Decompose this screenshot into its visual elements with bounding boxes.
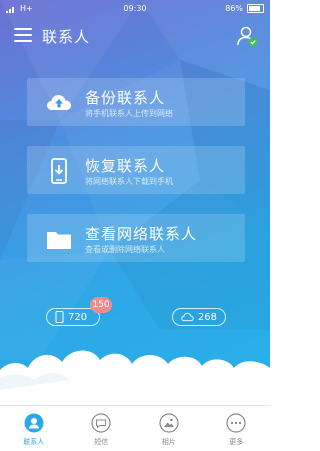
card-subtitle: 将手机联系人上传到网络 xyxy=(85,109,173,118)
folder-icon xyxy=(47,232,71,249)
cloud-count: 268 xyxy=(197,311,217,323)
new-count-badge: 150 xyxy=(90,297,112,313)
status-right: 86% xyxy=(225,4,264,13)
restore-contacts-card[interactable]: 恢复联系人 将网络联系人下载到手机 xyxy=(27,146,245,194)
card-subtitle: 查看或删除网络联系人 xyxy=(85,245,165,254)
card-title: 恢复联系人 xyxy=(85,157,166,175)
tab-label: 更多 xyxy=(229,438,244,446)
photos-icon xyxy=(159,413,179,433)
tab-label: 相片 xyxy=(161,438,176,446)
cloud-upload-icon xyxy=(47,95,71,110)
account-icon[interactable] xyxy=(236,25,258,47)
contacts-icon xyxy=(24,413,44,433)
card-subtitle: 将网络联系人下载到手机 xyxy=(85,177,173,186)
tab-label: 短信 xyxy=(94,438,109,446)
battery-percent: 86% xyxy=(225,4,243,13)
cloud-decoration xyxy=(0,350,270,410)
card-title: 备份联系人 xyxy=(85,89,166,107)
tab-more[interactable]: 更多 xyxy=(203,406,271,451)
cloud-count-pill[interactable]: 268 xyxy=(172,308,226,326)
phone-count: 720 xyxy=(68,311,88,323)
view-network-contacts-card[interactable]: 查看网络联系人 查看或删除网络联系人 xyxy=(27,214,245,262)
tab-photos[interactable]: 相片 xyxy=(135,406,203,451)
sms-icon xyxy=(91,413,111,433)
status-bar: H+ 09:30 86% xyxy=(0,0,270,18)
tab-contacts[interactable]: 联系人 xyxy=(0,406,68,451)
app-bar: 联系人 xyxy=(0,20,270,50)
tab-sms[interactable]: 短信 xyxy=(68,406,136,451)
phone-icon xyxy=(55,311,64,323)
backup-contacts-card[interactable]: 备份联系人 将手机联系人上传到网络 xyxy=(27,78,245,126)
card-title: 查看网络联系人 xyxy=(85,225,198,243)
phone-download-icon xyxy=(51,158,67,184)
cloud-icon xyxy=(181,312,194,322)
bottom-tab-bar: 联系人 短信 相片 更多 xyxy=(0,405,270,451)
page-title: 联系人 xyxy=(42,28,91,46)
more-icon xyxy=(226,413,246,433)
menu-icon[interactable] xyxy=(14,28,32,42)
battery-icon xyxy=(247,4,264,13)
tab-label: 联系人 xyxy=(23,438,45,446)
